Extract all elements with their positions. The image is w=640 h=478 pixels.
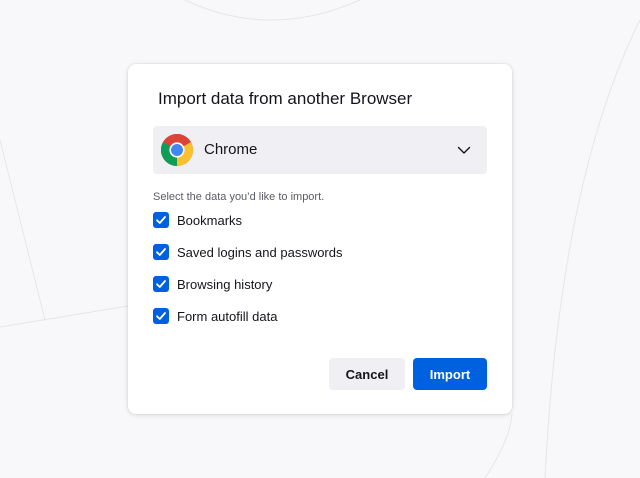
- checkmark-icon: [156, 248, 166, 256]
- import-prompt: Select the data you’d like to import.: [153, 191, 325, 203]
- checkmark-icon: [156, 312, 166, 320]
- dialog-title: Import data from another Browser: [158, 89, 413, 108]
- option-saved-logins[interactable]: Saved logins and passwords: [153, 244, 343, 260]
- form-autofill-checkbox[interactable]: [153, 308, 169, 324]
- browser-select-dropdown[interactable]: Chrome: [153, 126, 487, 174]
- bookmarks-checkbox[interactable]: [153, 212, 169, 228]
- option-bookmarks[interactable]: Bookmarks: [153, 212, 242, 228]
- option-label: Bookmarks: [177, 212, 243, 228]
- browsing-history-checkbox[interactable]: [153, 276, 169, 292]
- cancel-button[interactable]: Cancel: [329, 358, 405, 390]
- option-label: Browsing history: [177, 276, 273, 292]
- option-form-autofill[interactable]: Form autofill data: [153, 308, 277, 324]
- selected-browser-label: Chrome: [204, 141, 258, 158]
- saved-logins-checkbox[interactable]: [153, 244, 169, 260]
- option-browsing-history[interactable]: Browsing history: [153, 276, 272, 292]
- option-label: Saved logins and passwords: [177, 244, 343, 260]
- chrome-logo-icon: [161, 134, 193, 166]
- import-button[interactable]: Import: [413, 358, 487, 390]
- checkmark-icon: [156, 280, 166, 288]
- option-label: Form autofill data: [177, 308, 278, 324]
- chevron-down-icon: [457, 146, 471, 154]
- import-dialog: Import data from another Browser Chrome …: [128, 64, 512, 414]
- checkmark-icon: [156, 216, 166, 224]
